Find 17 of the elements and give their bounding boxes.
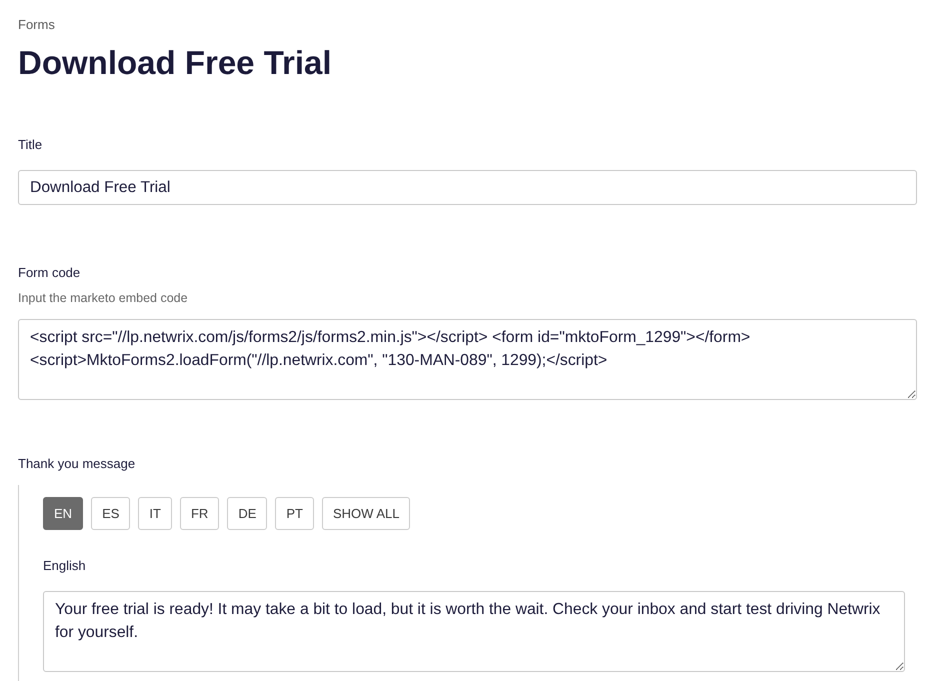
language-tab[interactable]: EN (43, 497, 84, 530)
breadcrumb-link[interactable]: Forms (18, 17, 55, 33)
language-tab[interactable]: ES (91, 497, 130, 530)
language-tab[interactable]: FR (180, 497, 220, 530)
language-tab[interactable]: SHOW ALL (322, 497, 410, 530)
field-label: Title (18, 137, 42, 153)
field-label: Thank you message (18, 456, 136, 472)
language-tab[interactable]: IT (138, 497, 172, 530)
field-label: Form code (18, 265, 80, 281)
title-input[interactable]: Download Free Trial (18, 170, 917, 205)
help-text: Input the marketo embed code (18, 290, 188, 306)
message-textarea[interactable]: Your free trial is ready! It may take a bit to load, but it is worth the wait. Check your inbox and start test driving Netwrix for yourself. (43, 591, 905, 672)
page-title: Download Free Trial (18, 43, 332, 83)
code-textarea[interactable]: <script src="//lp.netwrix.com/js/forms2/js/forms2.min.js"></script> <form id="mktoForm_1299"></form> <script>MktoForms2.loadForm("//lp.netwrix.com", "130-MAN-089", 1299);</script> (18, 319, 917, 400)
language-tab[interactable]: PT (275, 497, 314, 530)
field-label: English (43, 558, 86, 574)
language-tab[interactable]: DE (227, 497, 268, 530)
